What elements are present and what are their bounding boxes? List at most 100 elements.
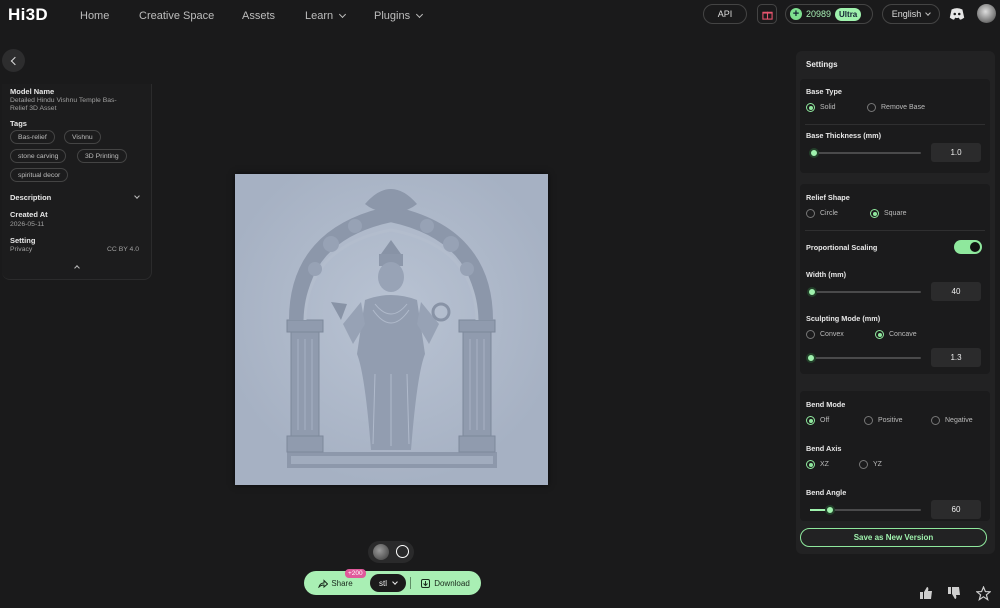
format-select[interactable]: stl: [370, 574, 406, 592]
nav-creative-space[interactable]: Creative Space: [139, 10, 214, 22]
width-input[interactable]: 40: [931, 282, 981, 301]
created-at-value: 2026-05-11: [10, 221, 45, 228]
format-value: stl: [379, 578, 387, 588]
nav-plugins[interactable]: Plugins: [374, 10, 424, 22]
bend-angle-label: Bend Angle: [806, 488, 847, 497]
tag-chip[interactable]: stone carving: [10, 149, 67, 163]
credits-count: 20989: [806, 9, 832, 19]
radio-bend-off[interactable]: Off: [806, 416, 829, 425]
tags-label: Tags: [10, 119, 27, 128]
nav-assets-label: Assets: [242, 10, 276, 22]
nav-assets[interactable]: Assets: [242, 10, 275, 22]
base-thickness-input[interactable]: 1.0: [931, 143, 981, 162]
plus-icon: +: [790, 8, 802, 20]
slider-thumb[interactable]: [809, 148, 820, 158]
bend-angle-slider[interactable]: [810, 505, 921, 515]
radio-bend-negative-label: Negative: [945, 417, 973, 424]
radio-square-label: Square: [884, 210, 907, 217]
radio-concave[interactable]: Concave: [875, 330, 917, 339]
thumbs-down-icon[interactable]: [947, 586, 961, 600]
radio-circle-label: Circle: [820, 210, 838, 217]
tag-chip[interactable]: Vishnu: [64, 130, 101, 144]
render-mode-toggle[interactable]: [368, 541, 414, 563]
download-label: Download: [434, 578, 470, 588]
download-button[interactable]: Download: [414, 574, 477, 592]
relief-shape-card: Relief Shape Circle Square Proportional …: [800, 184, 990, 374]
discord-icon[interactable]: [948, 5, 966, 23]
tag-chip[interactable]: 3D Printing: [77, 149, 127, 163]
radio-solid-label: Solid: [820, 104, 836, 111]
shaded-mode-icon[interactable]: [373, 544, 389, 560]
share-icon: [318, 578, 329, 588]
tag-chip[interactable]: Bas-relief: [10, 130, 55, 144]
model-info-panel: Model Name Detailed Hindu Vishnu Temple …: [2, 84, 152, 280]
save-as-new-version-button[interactable]: Save as New Version: [800, 528, 987, 547]
radio-solid[interactable]: Solid: [806, 103, 836, 112]
radio-selected-icon: [806, 460, 815, 469]
radio-selected-icon: [875, 330, 884, 339]
star-icon[interactable]: [976, 586, 991, 601]
divider: [410, 577, 411, 589]
base-thickness-slider[interactable]: [809, 148, 921, 158]
slider-thumb[interactable]: [806, 353, 816, 363]
description-label[interactable]: Description: [10, 193, 51, 202]
radio-concave-label: Concave: [889, 331, 917, 338]
avatar[interactable]: [977, 4, 996, 23]
share-reward-badge: +200: [345, 569, 366, 578]
radio-bend-positive[interactable]: Positive: [864, 416, 903, 425]
radio-axis-xz[interactable]: XZ: [806, 460, 829, 469]
radio-icon: [806, 209, 815, 218]
width-slider[interactable]: [807, 287, 921, 297]
thumbs-up-icon[interactable]: [919, 586, 933, 600]
divider: [805, 230, 985, 231]
model-name-label: Model Name: [10, 87, 55, 96]
back-button[interactable]: [2, 49, 25, 72]
chevron-down-icon: [925, 9, 932, 16]
created-at-label: Created At: [10, 210, 48, 219]
radio-axis-yz[interactable]: YZ: [859, 460, 882, 469]
gift-icon: [761, 11, 773, 20]
model-preview[interactable]: [235, 174, 548, 485]
radio-remove-base-label: Remove Base: [881, 104, 925, 111]
proportional-scaling-toggle[interactable]: [954, 240, 982, 254]
nav-learn[interactable]: Learn: [305, 10, 347, 22]
model-name-value-line1: Detailed Hindu Vishnu Temple Bas-: [10, 97, 117, 104]
sculpting-mode-label: Sculpting Mode (mm): [806, 314, 881, 323]
nav-home[interactable]: Home: [80, 10, 109, 22]
width-label: Width (mm): [806, 270, 847, 279]
wireframe-mode-icon[interactable]: [396, 545, 409, 558]
radio-convex-label: Convex: [820, 331, 844, 338]
chevron-down-icon: [339, 10, 347, 19]
radio-bend-negative[interactable]: Negative: [931, 416, 973, 425]
slider-thumb[interactable]: [824, 505, 835, 515]
api-button[interactable]: API: [703, 4, 747, 24]
top-navigation: Hi3D Home Creative Space Assets Learn Pl…: [0, 0, 1000, 32]
base-thickness-label: Base Thickness (mm): [806, 131, 882, 140]
proportional-scaling-label: Proportional Scaling: [806, 243, 878, 252]
base-type-label: Base Type: [806, 87, 842, 96]
language-selector[interactable]: English: [882, 4, 940, 24]
logo[interactable]: Hi3D: [8, 5, 48, 25]
chevron-down-icon[interactable]: [134, 193, 140, 199]
radio-icon: [867, 103, 876, 112]
action-bar: Share +200 stl Download: [304, 569, 481, 595]
radio-icon: [864, 416, 873, 425]
radio-bend-off-label: Off: [820, 417, 830, 424]
plan-badge: Ultra: [835, 7, 862, 21]
bend-angle-input[interactable]: 60: [931, 500, 981, 519]
slider-thumb[interactable]: [807, 287, 818, 297]
sculpting-depth-input[interactable]: 1.3: [931, 348, 981, 367]
radio-remove-base[interactable]: Remove Base: [867, 103, 925, 112]
bend-axis-label: Bend Axis: [806, 444, 842, 453]
share-button[interactable]: Share +200: [308, 569, 366, 592]
model-name-value-line2: Relief 3D Asset: [10, 105, 57, 112]
radio-circle[interactable]: Circle: [806, 209, 838, 218]
radio-axis-xz-label: XZ: [820, 461, 829, 468]
tag-chip[interactable]: spiritual decor: [10, 168, 69, 182]
chevron-up-icon[interactable]: [74, 265, 80, 271]
credits-badge[interactable]: + 20989 Ultra: [785, 4, 873, 24]
radio-convex[interactable]: Convex: [806, 330, 844, 339]
sculpting-depth-slider[interactable]: [806, 353, 921, 363]
gift-button[interactable]: [757, 4, 777, 24]
radio-square[interactable]: Square: [870, 209, 907, 218]
